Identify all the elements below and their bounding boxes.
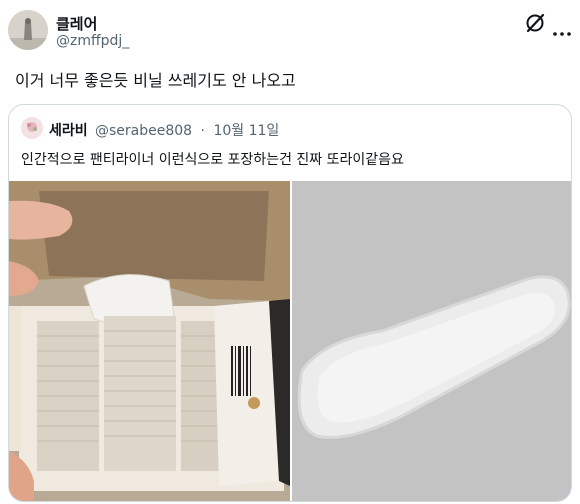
quoted-author-avatar[interactable] — [21, 117, 43, 139]
quoted-meta: @serabee808 · 10월 11일 — [95, 120, 283, 140]
meta-separator: · — [200, 123, 205, 139]
quoted-date[interactable]: 10월 11일 — [213, 123, 279, 139]
photo-single-liner[interactable] — [292, 181, 571, 501]
author-handle[interactable]: @zmffpdj_ — [56, 33, 129, 49]
grok-slash-icon[interactable] — [524, 12, 546, 34]
author-name[interactable]: 클레어 — [56, 13, 97, 34]
quoted-tweet-text: 인간적으로 팬티라이너 이런식으로 포장하는건 진짜 또라이같음요 — [21, 152, 404, 168]
quoted-media — [9, 181, 571, 501]
quoted-tweet[interactable]: 세라비 @serabee808 · 10월 11일 인간적으로 팬티라이너 이런… — [8, 104, 572, 502]
quoted-author-name[interactable]: 세라비 — [49, 120, 88, 140]
tweet-text: 이거 너무 좋은듯 비닐 쓰레기도 안 나오고 — [15, 71, 296, 90]
quoted-author-handle[interactable]: @serabee808 — [95, 123, 192, 139]
more-dots-icon[interactable] — [552, 22, 572, 36]
photo-liner-box[interactable] — [9, 181, 290, 501]
author-avatar[interactable] — [8, 10, 48, 50]
